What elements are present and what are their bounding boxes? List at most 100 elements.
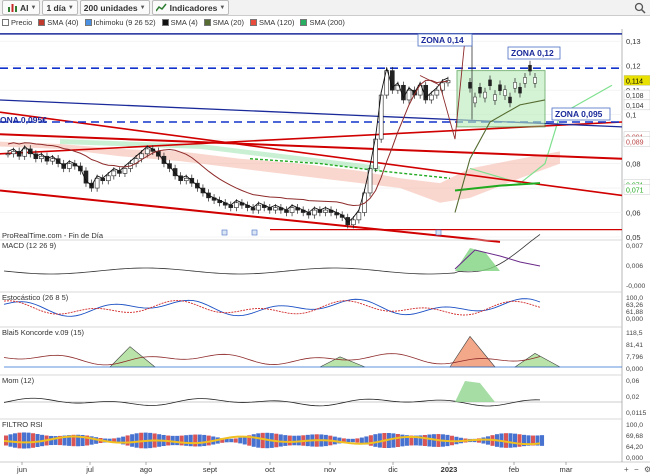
rsi-bar: [260, 432, 265, 449]
candle: [488, 79, 492, 87]
candle: [94, 177, 100, 189]
rsi-bar: [17, 432, 22, 449]
panel-axis-label: 0,000: [626, 316, 643, 323]
legend-item[interactable]: SMA (4): [161, 17, 198, 27]
candle: [513, 82, 517, 89]
candle: [105, 175, 111, 182]
x-tick-label: mar: [560, 465, 573, 474]
chevron-down-icon: ▼: [30, 4, 37, 11]
legend-label: SMA (4): [170, 17, 198, 27]
panel-axis-label: 61,88: [626, 309, 643, 316]
rsi-bar: [197, 434, 202, 447]
price-label: 0,114: [626, 78, 643, 85]
rsi-bar: [256, 433, 261, 448]
x-tick-label: jun: [16, 465, 27, 474]
candle: [351, 219, 356, 226]
legend-swatch: [161, 18, 169, 26]
panel-title: Blai5 Koncorde v.09 (15): [2, 328, 84, 337]
event-marker: [221, 229, 228, 236]
rsi-bar: [512, 433, 518, 448]
settings-icon[interactable]: ⚙: [644, 465, 650, 474]
price-label: 0,071: [626, 187, 644, 194]
x-tick-label: ago: [140, 465, 153, 474]
panel-axis-label: 81,41: [626, 342, 643, 349]
legend-item[interactable]: SMA (120): [250, 18, 294, 27]
panel-axis-label: 100,0: [626, 295, 643, 302]
price-chart[interactable]: 0,130,120,110,10,090,080,070,060,05ZONA …: [0, 28, 650, 476]
rsi-bar: [391, 433, 396, 448]
panel-axis-label: 7,796: [626, 354, 643, 361]
units-selector[interactable]: 200 unidades ▼: [79, 0, 150, 15]
rsi-bar: [233, 438, 238, 443]
indicators-label: Indicadores: [169, 2, 218, 13]
zoom-in-icon[interactable]: +: [624, 465, 629, 474]
y-tick-label: 0,12: [626, 62, 641, 71]
panel-axis-label: 64,20: [626, 444, 643, 451]
legend-item[interactable]: Precio: [2, 18, 32, 27]
candle: [498, 84, 502, 91]
rsi-bar: [175, 435, 180, 446]
panel-axis-label: 0,000: [626, 366, 643, 373]
candle: [183, 177, 189, 182]
panel-axis-label: 100,0: [626, 422, 643, 429]
legend-swatch: [38, 18, 46, 26]
x-tick-label: oct: [265, 465, 276, 474]
legend-label: Ichimoku (9 26 52): [93, 17, 156, 27]
candle: [518, 86, 522, 94]
panel-axis-label: 63,26: [626, 302, 643, 309]
rsi-bar: [350, 438, 355, 443]
rsi-bar: [395, 433, 400, 448]
event-marker: [435, 229, 442, 236]
chevron-down-icon: ▼: [139, 4, 146, 11]
panel-title: MACD (12 26 9): [2, 241, 57, 250]
rsi-bar: [508, 433, 513, 448]
search-icon[interactable]: [634, 2, 646, 14]
candle: [483, 91, 487, 99]
indicators-button[interactable]: Indicadores ▼: [151, 0, 230, 15]
legend-label: SMA (120): [259, 17, 295, 27]
rsi-bar: [202, 434, 207, 447]
rsi-bar: [179, 435, 184, 446]
annotation-zona-012: ZONA 0,12: [511, 48, 554, 58]
candle: [428, 94, 434, 101]
candle: [144, 148, 150, 155]
annotation-zona-0095-left: ONA 0,095€: [0, 115, 47, 125]
rsi-bar: [22, 432, 27, 449]
legend-item[interactable]: Ichimoku (9 26 52): [84, 17, 156, 27]
candle: [503, 89, 507, 96]
candle: [122, 168, 128, 174]
legend-label: SMA (200): [309, 17, 345, 27]
annotation-zona-0095: ZONA 0,095: [555, 109, 603, 119]
candle: [493, 94, 497, 101]
y-tick-label: 0,05: [626, 233, 641, 242]
rsi-bar: [125, 435, 130, 446]
legend-item[interactable]: SMA (40): [38, 18, 79, 27]
candle: [111, 170, 117, 177]
candle: [289, 207, 295, 213]
candle: [356, 212, 362, 221]
legend-item[interactable]: SMA (20): [203, 18, 244, 27]
rsi-bar: [540, 435, 545, 446]
interval-selector[interactable]: 1 día ▼: [42, 0, 78, 15]
panel-title: Estocástico (26 8 5): [2, 293, 69, 302]
rsi-bar: [346, 438, 351, 443]
rsi-bar: [238, 437, 243, 444]
symbol-selector[interactable]: AI ▼: [2, 0, 41, 15]
panel-axis-label: 0,000: [626, 455, 643, 462]
price-label: 0,108: [626, 93, 644, 100]
rsi-bar: [359, 437, 364, 444]
rsi-bar: [422, 434, 427, 447]
x-tick-label: dic: [388, 465, 398, 474]
rsi-bar: [134, 433, 139, 448]
rsi-bar: [26, 432, 31, 449]
panel-axis-label: 0,06: [626, 378, 639, 385]
candle: [256, 204, 261, 211]
panel-axis-label: 0,006: [626, 263, 643, 270]
zoom-out-icon[interactable]: −: [634, 465, 639, 474]
legend-item[interactable]: SMA (200): [300, 17, 345, 27]
legend-swatch: [84, 18, 92, 26]
x-tick-label: 2023: [441, 465, 458, 474]
panel-axis-label: 118,5: [626, 330, 643, 337]
annotation-zona-014: ZONA 0,14: [421, 35, 464, 45]
macd-histogram: [455, 248, 500, 271]
